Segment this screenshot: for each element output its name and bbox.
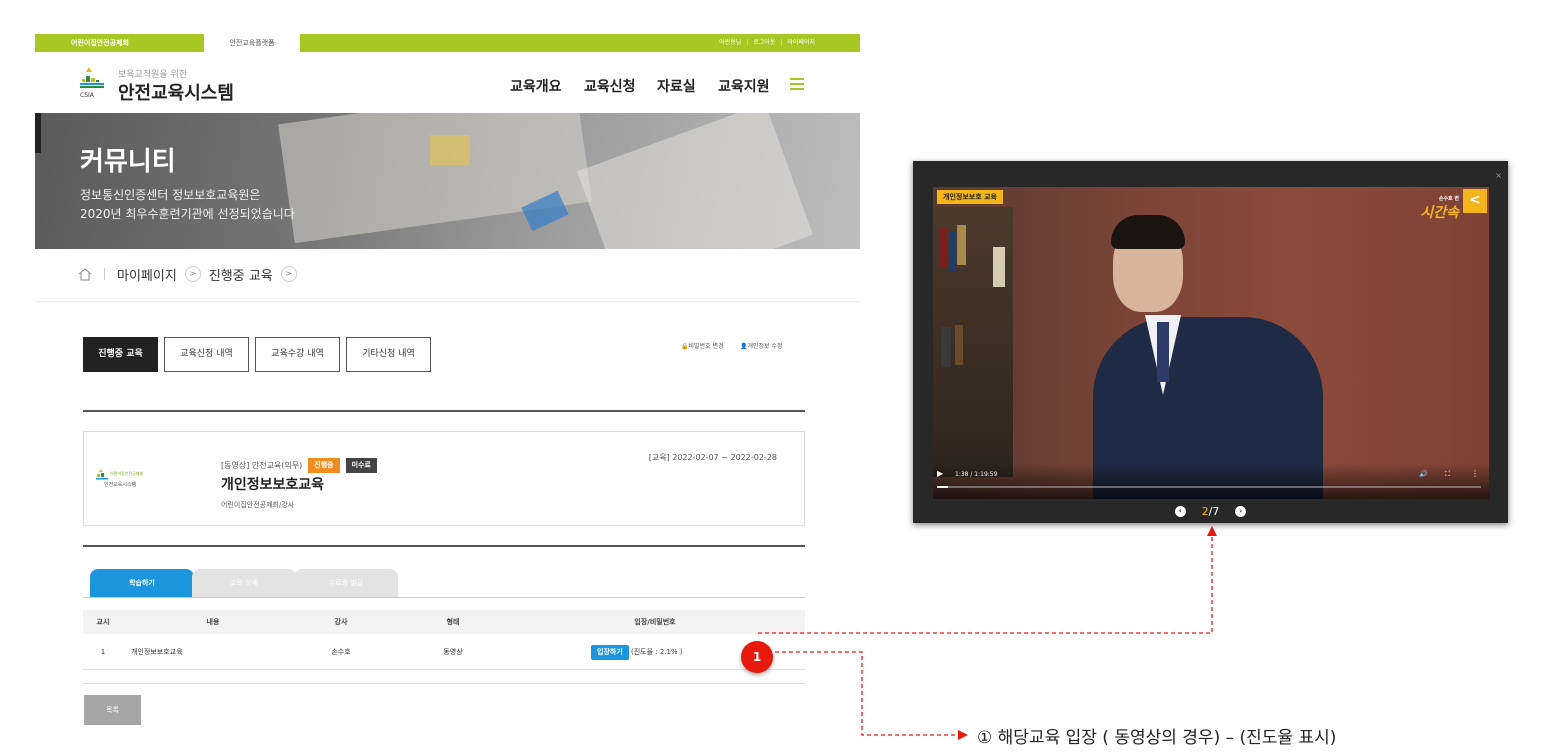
list-button[interactable]: 목록 — [84, 695, 141, 725]
row-content: 개인정보보호교육 — [131, 648, 183, 656]
banner-text-line-2: 2020년 최우수훈련기관에 선정되었습니다 — [80, 207, 295, 221]
course-title: 개인정보보호교육 — [221, 477, 325, 493]
nav-item-overview[interactable]: 교육개요 — [510, 76, 562, 96]
video-time: 1:38 / 1:19:59 — [955, 471, 998, 478]
row-period: 1 — [100, 648, 106, 656]
svg-text:CSIA: CSIA — [80, 92, 95, 99]
change-password-link[interactable]: 🔒비밀번호 변경 — [681, 341, 724, 350]
breadcrumb: 마이페이지 > 진행중 교육 > — [78, 264, 305, 284]
close-icon[interactable]: × — [1495, 171, 1502, 180]
tab-course-detail[interactable]: 교육 상세 — [192, 569, 296, 597]
more-options-icon[interactable]: ⋮ — [1471, 469, 1479, 478]
video-frame[interactable]: 개인정보보호 교육 손수호 변 시간속 < ▶ 1:38 / 1:19:59 🔊 … — [933, 187, 1489, 499]
top-utility-bar: 어린이집안전공제회 안전교육플랫폼 어린용님 | 로그아웃 | 마이페이지 — [35, 34, 860, 52]
page-title: 커뮤니티 — [80, 147, 176, 177]
enter-course-button[interactable]: 입장하기 — [591, 644, 629, 660]
video-brand: 손수호 변 시간속 — [1420, 196, 1459, 221]
edit-profile-link[interactable]: 👤개인정보 수정 — [740, 341, 783, 350]
video-controls: ▶ 1:38 / 1:19:59 🔊 ⛶ ⋮ — [933, 463, 1489, 499]
csia-logo-icon: CSIA — [80, 67, 104, 99]
current-page: 2 — [1201, 504, 1209, 518]
tab-certificate[interactable]: 수료증 발급 — [294, 569, 398, 597]
logout-link[interactable]: 로그아웃 — [753, 39, 775, 46]
site-logo[interactable]: CSIA 보육교직원을 위한 안전교육시스템 — [80, 64, 280, 104]
row-type: 동영상 — [443, 648, 463, 656]
table-bottom-line — [83, 683, 805, 684]
video-progress-bar[interactable] — [937, 486, 1481, 488]
bookshelf-illustration — [933, 207, 1013, 477]
play-icon[interactable]: ▶ — [937, 469, 943, 478]
video-progress-fill — [937, 486, 949, 488]
chevron-right-icon[interactable]: > — [280, 266, 297, 282]
banner-text-line-1: 정보통신인증센터 정보보호교육원은 — [80, 188, 261, 202]
table-header: 교시 내용 강사 형태 입장/비밀번호 — [83, 610, 805, 634]
provider-logo-icon — [96, 469, 108, 480]
tab-in-progress[interactable]: 진행중 교육 — [83, 337, 158, 372]
tab-divider — [83, 597, 805, 598]
logo-title: 안전교육시스템 — [118, 83, 234, 104]
section-divider — [83, 410, 805, 412]
provider-system: 안전교육시스템 — [104, 482, 137, 488]
next-page-icon[interactable]: › — [1235, 505, 1247, 517]
hamburger-menu-icon[interactable] — [790, 78, 804, 90]
course-card: 어린이집안전공제회 안전교육시스템 [동영상] 안전교육(의무) 진행중 미수료… — [83, 431, 805, 526]
mypage-link[interactable]: 마이페이지 — [787, 39, 815, 46]
page-banner: 커뮤니티 정보통신인증센터 정보보호교육원은 2020년 최우수훈련기관에 선정… — [35, 113, 860, 249]
total-pages: /7 — [1208, 504, 1220, 518]
col-period: 교시 — [96, 618, 110, 626]
chevron-left-icon[interactable]: < — [1463, 189, 1487, 213]
course-provider-logo: 어린이집안전공제회 안전교육시스템 — [96, 469, 176, 493]
col-instructor: 강사 — [334, 618, 348, 626]
video-player-popup: × 개인정보보호 교육 손수호 변 시간속 < ▶ 1:38 / 1:19:59 … — [913, 161, 1508, 523]
nav-item-support[interactable]: 교육지원 — [718, 76, 770, 96]
status-badge-incomplete: 미수료 — [345, 458, 377, 473]
status-badge-in-progress: 진행중 — [308, 458, 340, 473]
breadcrumb-in-progress[interactable]: 진행중 교육 — [209, 265, 273, 284]
chevron-right-icon[interactable]: > — [184, 266, 201, 282]
nav-item-apply[interactable]: 교육신청 — [584, 76, 636, 96]
course-instructor: 어린이집안전공제회/강사 — [221, 501, 295, 509]
user-utility-links: 어린용님 | 로그아웃 | 마이페이지 — [719, 39, 815, 46]
col-type: 형태 — [446, 618, 460, 626]
site-tab[interactable]: 어린이집안전공제회 — [35, 34, 165, 52]
col-content: 내용 — [206, 618, 220, 626]
volume-icon[interactable]: 🔊 — [1419, 470, 1428, 478]
fullscreen-icon[interactable]: ⛶ — [1445, 470, 1450, 479]
table-row: 1 개인정보보호교육 손수호 동영상 입장하기 (진도율 : 2.1% ) — [83, 634, 805, 670]
tab-other-requests[interactable]: 기타신청 내역 — [346, 337, 431, 372]
step-marker: 1 — [741, 641, 773, 673]
nav-item-resources[interactable]: 자료실 — [657, 76, 696, 96]
tab-study[interactable]: 학습하기 — [90, 569, 194, 597]
breadcrumb-divider — [35, 301, 860, 302]
annotation-caption: ① 해당교육 입장 ( 동영상의 경우) – (진도율 표시) — [977, 728, 1337, 748]
video-pager: ‹ 2/7 › — [913, 499, 1508, 523]
section-divider — [83, 545, 805, 547]
prev-page-icon[interactable]: ‹ — [1174, 505, 1186, 517]
course-period: [교육] 2022-02-07 ~ 2022-02-28 — [648, 453, 777, 462]
home-icon[interactable] — [78, 267, 92, 281]
user-name: 어린용님 — [719, 39, 742, 46]
course-category: [동영상] 안전교육(의무) — [221, 461, 303, 470]
progress-rate: (진도율 : 2.1% ) — [631, 648, 683, 656]
tab-applications[interactable]: 교육신청 내역 — [164, 337, 249, 372]
provider-name: 어린이집안전공제회 — [110, 471, 144, 476]
row-instructor: 손수호 — [331, 648, 351, 656]
breadcrumb-mypage[interactable]: 마이페이지 — [117, 265, 177, 284]
row-enter-cell: 입장하기 (진도율 : 2.1% ) — [591, 634, 683, 670]
col-enter: 입장/비밀번호 — [634, 618, 676, 626]
tab-attendance[interactable]: 교육수강 내역 — [255, 337, 340, 372]
page-indicator: 2/7 — [1202, 505, 1220, 518]
platform-tab[interactable]: 안전교육플랫폼 — [204, 34, 300, 52]
video-topic-tag: 개인정보보호 교육 — [937, 190, 1003, 204]
